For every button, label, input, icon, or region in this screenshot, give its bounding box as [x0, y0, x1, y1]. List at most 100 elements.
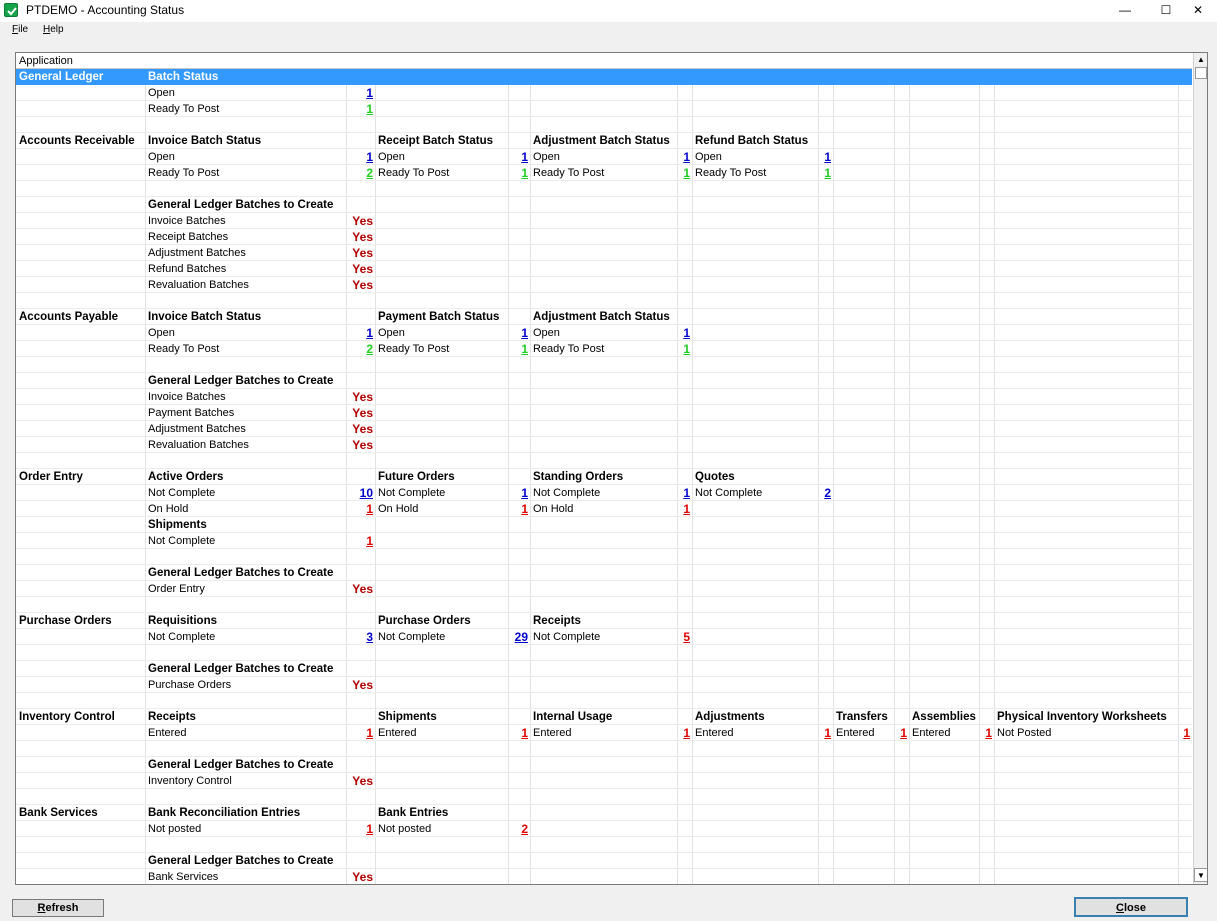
count-link[interactable]: 1 [680, 485, 690, 501]
table-row[interactable]: Ready To Post 2 Ready To Post 1 Ready To Pos… [16, 341, 1192, 357]
table-row[interactable] [16, 741, 1192, 757]
table-row[interactable]: Accounts Receivable Invoice Batch Status R… [16, 133, 1192, 149]
menu-help[interactable]: Help [43, 24, 64, 35]
table-row[interactable] [16, 693, 1192, 709]
count-link[interactable]: 1 [1181, 725, 1190, 741]
table-row[interactable]: General Ledger Batches to Create [16, 197, 1192, 213]
count-link[interactable]: 1 [349, 85, 373, 101]
table-row[interactable]: Open 1 Open 1 Open 1 Open 1 [16, 149, 1192, 165]
table-row[interactable]: Refund Batches Yes [16, 261, 1192, 277]
table-row[interactable]: On Hold 1 On Hold 1 On Hold 1 [16, 501, 1192, 517]
table-row[interactable]: Revaluation Batches Yes [16, 277, 1192, 293]
table-row[interactable] [16, 453, 1192, 469]
table-row[interactable]: Not posted 1 Not posted 2 [16, 821, 1192, 837]
table-row[interactable]: Bank Services Yes [16, 869, 1192, 884]
table-row[interactable] [16, 357, 1192, 373]
count-link[interactable]: 2 [821, 485, 831, 501]
count-link[interactable]: 1 [821, 149, 831, 165]
count-link[interactable]: 2 [349, 165, 373, 181]
table-row[interactable]: General Ledger Batches to Create [16, 565, 1192, 581]
table-row[interactable] [16, 293, 1192, 309]
count-link[interactable]: 2 [349, 341, 373, 357]
count-link[interactable]: 1 [680, 341, 690, 357]
table-row[interactable]: Adjustment Batches Yes [16, 421, 1192, 437]
table-row[interactable] [16, 789, 1192, 805]
table-row[interactable]: Not Complete 3 Not Complete 29 Not Complete 5 [16, 629, 1192, 645]
count-link[interactable]: 3 [349, 629, 373, 645]
minimize-button[interactable]: — [1102, 0, 1148, 22]
vertical-scrollbar[interactable]: ▲ ▼ [1193, 53, 1207, 884]
count-link[interactable]: 1 [349, 101, 373, 117]
table-row[interactable]: Invoice Batches Yes [16, 213, 1192, 229]
count-link[interactable]: 1 [680, 501, 690, 517]
count-link[interactable]: 1 [511, 725, 528, 741]
table-row[interactable] [16, 549, 1192, 565]
count-link[interactable]: 1 [680, 725, 690, 741]
table-row[interactable]: Receipt Batches Yes [16, 229, 1192, 245]
table-row[interactable] [16, 837, 1192, 853]
cell-label: Payment Batches [148, 407, 235, 419]
count-link[interactable]: 1 [511, 325, 528, 341]
table-row[interactable]: Order Entry Yes [16, 581, 1192, 597]
table-row[interactable]: Entered 1 Entered 1 Entered 1 Entered 1 Entered 1… [16, 725, 1192, 741]
table-row[interactable]: Revaluation Batches Yes [16, 437, 1192, 453]
table-row[interactable]: Payment Batches Yes [16, 405, 1192, 421]
table-row[interactable]: Shipments [16, 517, 1192, 533]
count-link[interactable]: 1 [511, 485, 528, 501]
status-grid[interactable]: Application General Ledger Batch Status Op… [15, 52, 1208, 885]
count-link[interactable]: 1 [680, 325, 690, 341]
table-row[interactable]: Purchase Orders Requisitions Purchase Orde… [16, 613, 1192, 629]
menu-file[interactable]: File [12, 24, 28, 35]
count-link[interactable]: 1 [821, 165, 831, 181]
table-row-selected[interactable]: General Ledger Batch Status [16, 69, 1192, 85]
table-row[interactable]: Ready To Post 2 Ready To Post 1 Ready To Pos… [16, 165, 1192, 181]
count-link[interactable]: 1 [897, 725, 907, 741]
table-row[interactable]: Open 1 [16, 85, 1192, 101]
table-row[interactable]: General Ledger Batches to Create [16, 757, 1192, 773]
table-row[interactable]: Ready To Post 1 [16, 101, 1192, 117]
table-row[interactable]: Purchase Orders Yes [16, 677, 1192, 693]
count-link[interactable]: 1 [821, 725, 831, 741]
table-row[interactable]: General Ledger Batches to Create [16, 373, 1192, 389]
table-row[interactable]: General Ledger Batches to Create [16, 853, 1192, 869]
table-row[interactable]: Not Complete 1 [16, 533, 1192, 549]
count-link[interactable]: 1 [511, 165, 528, 181]
count-link[interactable]: 1 [349, 533, 373, 549]
table-row[interactable]: Adjustment Batches Yes [16, 245, 1192, 261]
table-row[interactable]: Open 1 Open 1 Open 1 [16, 325, 1192, 341]
count-link[interactable]: 1 [349, 149, 373, 165]
scroll-thumb[interactable] [1195, 67, 1207, 79]
table-row[interactable]: Not Complete 10 Not Complete 1 Not Complete 1… [16, 485, 1192, 501]
table-row[interactable]: Invoice Batches Yes [16, 389, 1192, 405]
table-row[interactable] [16, 181, 1192, 197]
count-link[interactable]: 10 [349, 485, 373, 501]
table-row[interactable] [16, 645, 1192, 661]
count-link[interactable]: 1 [511, 149, 528, 165]
table-row[interactable]: Accounts Payable Invoice Batch Status Paym… [16, 309, 1192, 325]
table-row[interactable]: Bank Services Bank Reconciliation Entries… [16, 805, 1192, 821]
count-link[interactable]: 1 [511, 501, 528, 517]
count-link[interactable]: 1 [349, 325, 373, 341]
scroll-down-arrow-icon[interactable]: ▼ [1194, 868, 1207, 882]
count-link[interactable]: 1 [511, 341, 528, 357]
count-link[interactable]: 1 [680, 165, 690, 181]
scroll-up-arrow-icon[interactable]: ▲ [1194, 53, 1207, 67]
table-row[interactable]: Inventory Control Yes [16, 773, 1192, 789]
table-row[interactable]: General Ledger Batches to Create [16, 661, 1192, 677]
count-link[interactable]: 5 [680, 629, 690, 645]
table-row[interactable]: Inventory Control Receipts Shipments Intern… [16, 709, 1192, 725]
count-link[interactable]: 29 [511, 629, 528, 645]
count-link[interactable]: 1 [349, 501, 373, 517]
table-row[interactable]: Order Entry Active Orders Future Orders Sta… [16, 469, 1192, 485]
count-link[interactable]: 2 [511, 821, 528, 837]
close-window-button[interactable]: ✕ [1175, 0, 1217, 22]
count-link[interactable]: 1 [349, 725, 373, 741]
table-row[interactable] [16, 597, 1192, 613]
table-row[interactable] [16, 117, 1192, 133]
close-button[interactable]: Close [1074, 897, 1188, 917]
count-link[interactable]: 1 [680, 149, 690, 165]
count-link[interactable]: 1 [982, 725, 992, 741]
count-link[interactable]: 1 [349, 821, 373, 837]
refresh-button[interactable]: Refresh [12, 899, 104, 917]
menu-bar: File Help [0, 22, 1217, 39]
